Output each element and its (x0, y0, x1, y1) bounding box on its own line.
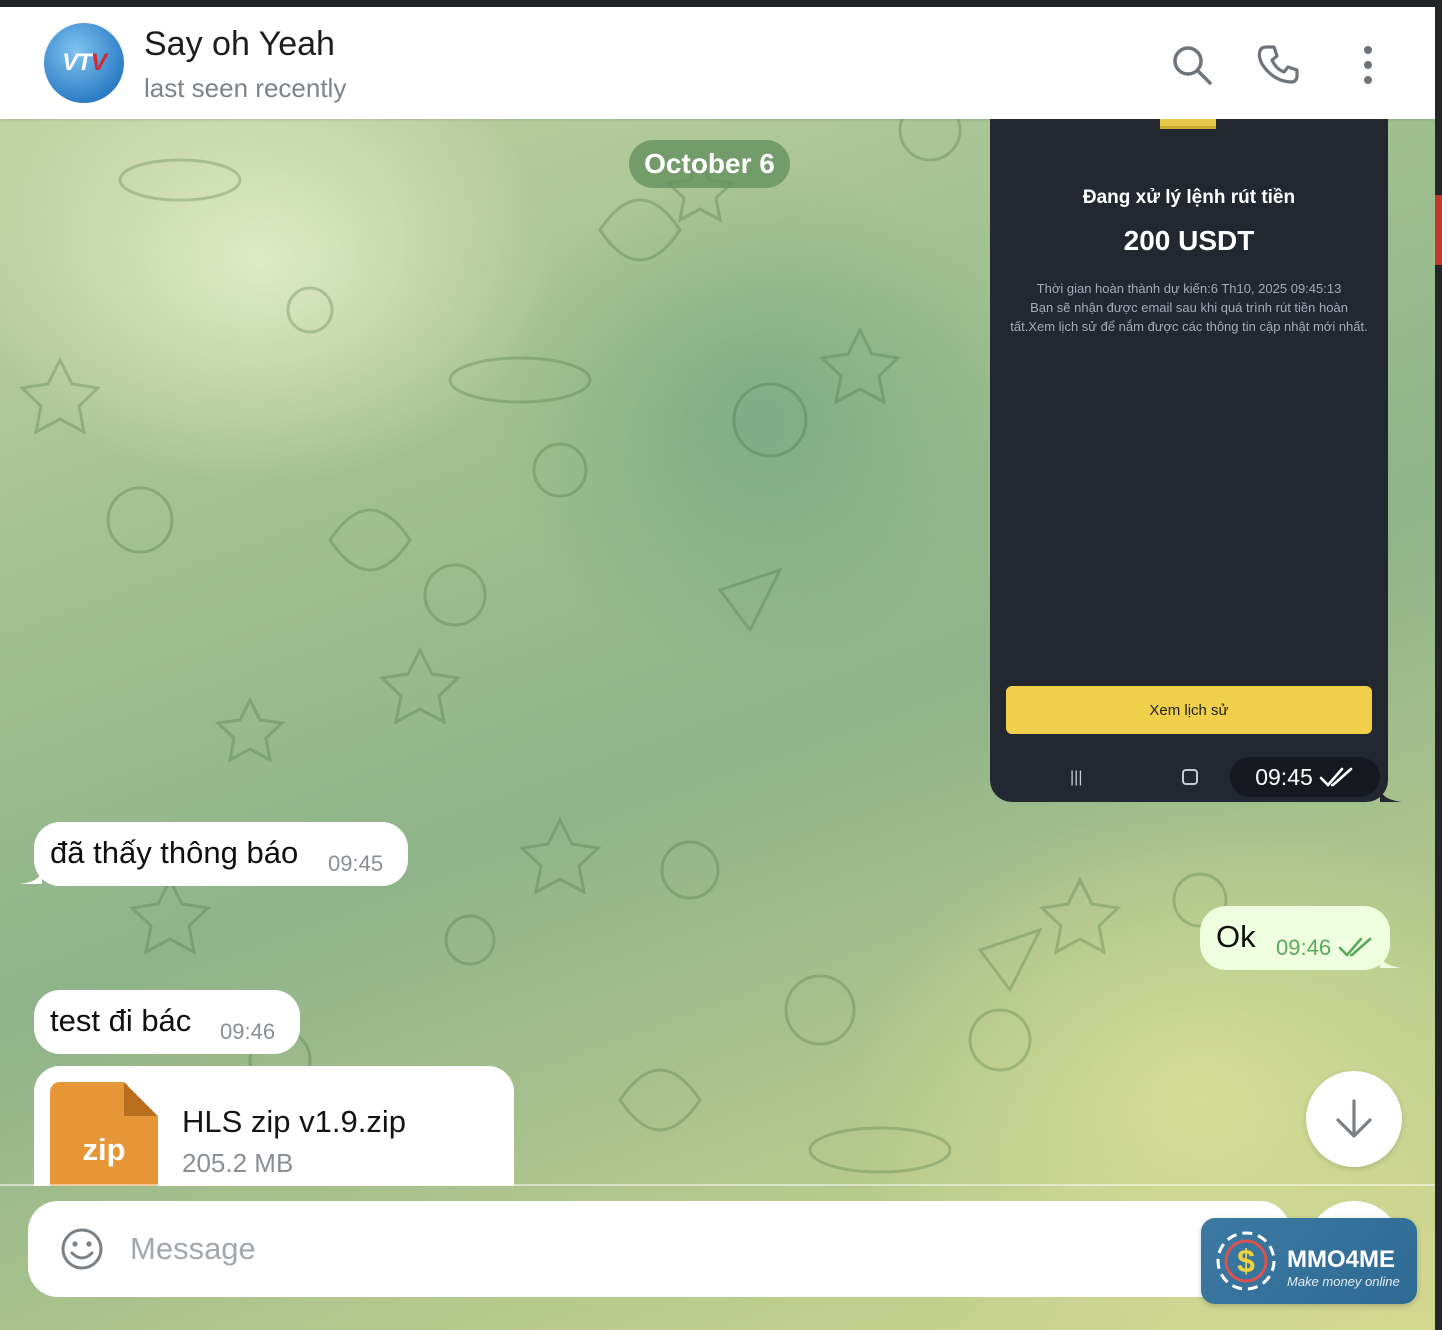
withdraw-eta: Thời gian hoàn thành dự kiến:6 Th10, 202… (1036, 281, 1342, 296)
message-time: 09:46 (1276, 935, 1332, 960)
contact-name[interactable]: Say oh Yeah (144, 25, 335, 64)
double-check-icon (1319, 767, 1353, 787)
withdraw-amount: 200 USDT (1123, 225, 1255, 256)
scroll-down-button[interactable] (1306, 1071, 1402, 1167)
bubble-tail (20, 872, 42, 884)
phone-icon[interactable] (1257, 43, 1301, 87)
file-message[interactable]: zip HLS zip v1.9.zip 205.2 MB (34, 1066, 514, 1186)
pending-icon (1160, 119, 1216, 129)
recent-apps-icon: ||| (1070, 769, 1083, 786)
bubble-tail (1380, 956, 1402, 968)
date-separator: October 6 (629, 140, 790, 188)
more-vertical-icon[interactable] (1346, 43, 1390, 87)
watermark-brand: MMO4ME (1287, 1246, 1395, 1273)
home-icon (1182, 769, 1198, 785)
zip-file-icon[interactable]: zip (50, 1082, 158, 1186)
window-right-edge (1435, 0, 1442, 1330)
window-top-edge (0, 0, 1442, 7)
file-extension: zip (82, 1132, 126, 1167)
chat-header: VTV Say oh Yeah last seen recently (0, 7, 1435, 119)
watermark-slogan: Make money online (1287, 1274, 1400, 1289)
withdraw-description: Bạn sẽ nhận được email sau khi quá trình… (1010, 300, 1368, 334)
search-icon[interactable] (1170, 43, 1214, 87)
double-check-icon (1338, 937, 1372, 957)
side-accent (1435, 195, 1442, 265)
message-time: 09:46 (220, 1019, 276, 1044)
message-text: Ok (1216, 919, 1256, 954)
file-name: HLS zip v1.9.zip (182, 1104, 406, 1139)
avatar-logo: VTV (62, 49, 107, 76)
message-input[interactable] (130, 1223, 1130, 1275)
message-text: đã thấy thông báo (50, 835, 299, 870)
message-time: 09:45 (328, 851, 384, 876)
withdraw-title: Đang xử lý lệnh rút tiền (1082, 187, 1296, 208)
watermark-logo: $ MMO4ME Make money online (1201, 1218, 1417, 1304)
message-composer (28, 1201, 1290, 1297)
photo-message[interactable]: Đang xử lý lệnh rút tiền 200 USDT Thời g… (990, 119, 1388, 802)
message-time: 09:45 (1230, 757, 1380, 797)
arrow-down-icon (1336, 1099, 1372, 1138)
view-history-button: Xem lịch sử (1006, 686, 1372, 734)
file-fold (124, 1082, 158, 1116)
contact-status: last seen recently (144, 73, 347, 103)
message-time-text: 09:45 (1255, 763, 1313, 790)
composer-divider (0, 1184, 1435, 1186)
avatar[interactable]: VTV (44, 23, 124, 103)
svg-text:$: $ (1237, 1243, 1255, 1279)
bubble-tail (1380, 790, 1402, 802)
emoji-icon[interactable] (60, 1227, 104, 1271)
dollar-logo-icon: $ (1216, 1231, 1276, 1291)
message-bubble-incoming[interactable]: đã thấy thông báo 09:45 (34, 822, 408, 886)
message-bubble-outgoing[interactable]: Ok 09:46 (1200, 906, 1390, 970)
message-bubble-incoming[interactable]: test đi bác 09:46 (34, 990, 300, 1054)
file-size: 205.2 MB (182, 1148, 294, 1178)
message-text: test đi bác (50, 1003, 192, 1038)
